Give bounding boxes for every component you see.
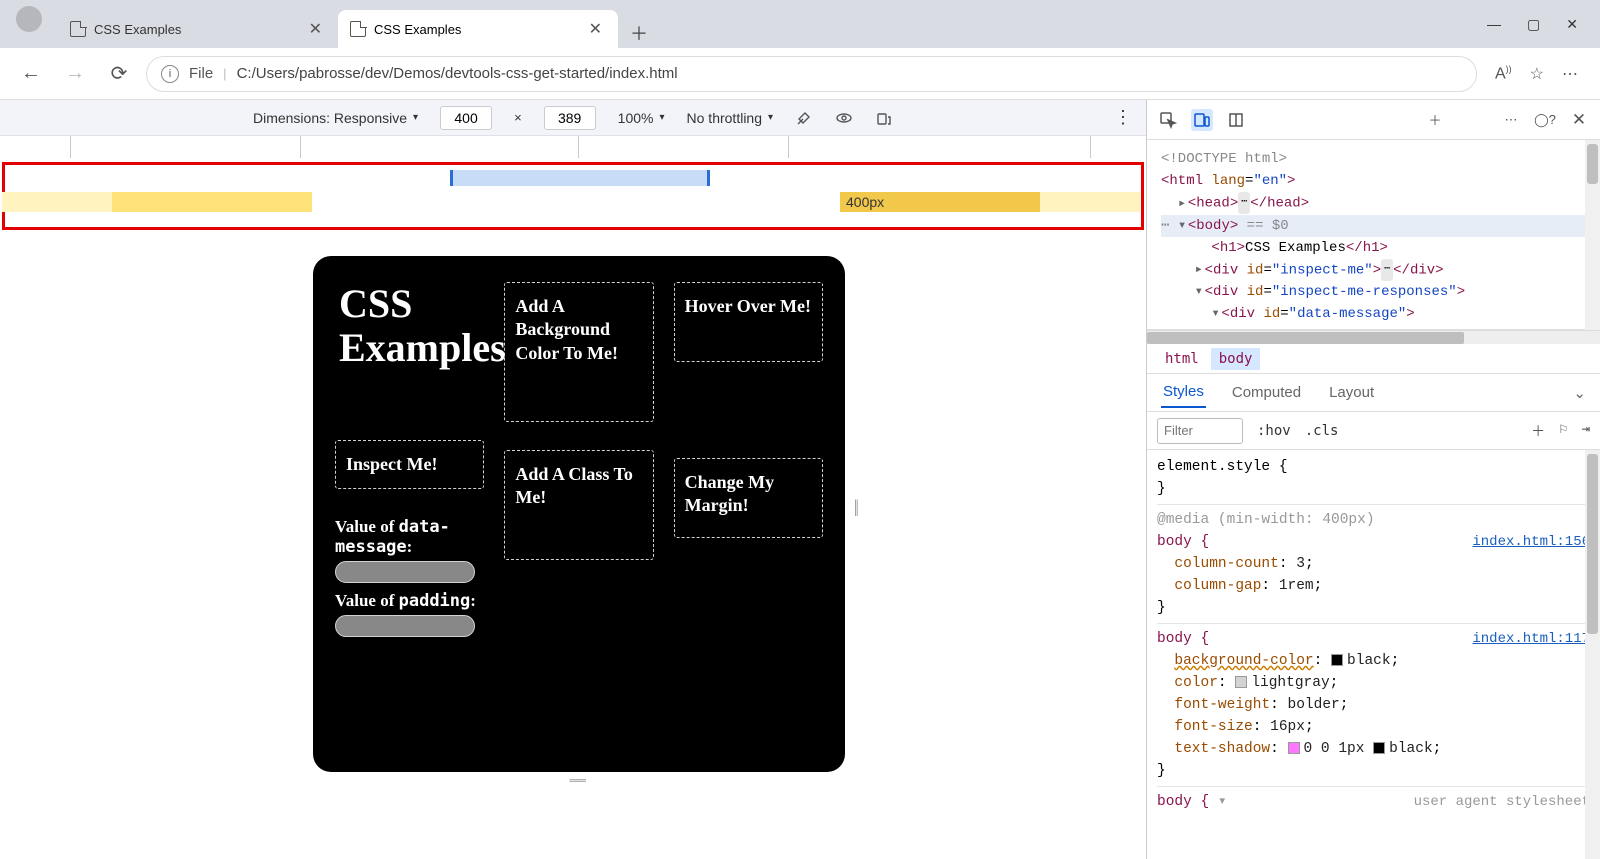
- styles-filter-row: :hov .cls ＋ ⚐ ⇥: [1147, 412, 1600, 450]
- cls-toggle[interactable]: .cls: [1305, 423, 1339, 439]
- source-link[interactable]: index.html:117: [1472, 628, 1590, 650]
- close-icon[interactable]: ✕: [585, 17, 606, 41]
- color-swatch-icon[interactable]: [1288, 742, 1300, 754]
- margin-box[interactable]: Change My Margin!: [674, 458, 823, 538]
- read-aloud-icon[interactable]: A)): [1495, 64, 1512, 83]
- ruler-area: 400px: [0, 136, 1146, 236]
- add-bg-box[interactable]: Add A Background Color To Me!: [504, 282, 653, 422]
- label-data-message: Value of data-message:: [335, 517, 484, 557]
- tab-title: CSS Examples: [374, 22, 577, 37]
- tab-computed[interactable]: Computed: [1230, 378, 1303, 407]
- hover-box[interactable]: Hover Over Me!: [674, 282, 823, 362]
- resize-handle-icon[interactable]: ||: [854, 496, 857, 517]
- media-query-bar-min[interactable]: 400px: [840, 192, 1040, 212]
- add-class-box[interactable]: Add A Class To Me!: [504, 450, 653, 560]
- tab-title: CSS Examples: [94, 22, 297, 37]
- dom-breadcrumb: html body: [1147, 344, 1600, 374]
- tab-styles[interactable]: Styles: [1161, 377, 1206, 408]
- padding-input[interactable]: [335, 615, 475, 637]
- scrollbar[interactable]: [1147, 330, 1600, 344]
- media-query-bar-max[interactable]: [450, 170, 710, 186]
- refresh-button[interactable]: ⟳: [102, 57, 136, 91]
- styles-rules[interactable]: element.style { } @media (min-width: 400…: [1147, 450, 1600, 823]
- ua-stylesheet-label: user agent stylesheet: [1414, 791, 1590, 813]
- profile-avatar-icon[interactable]: [16, 6, 42, 32]
- media-query-bar-min[interactable]: [112, 192, 312, 212]
- address-bar-row: ← → ⟳ i File | C:/Users/pabrosse/dev/Dem…: [0, 48, 1600, 100]
- media-query-bar-min[interactable]: [2, 192, 112, 212]
- inspect-me-box[interactable]: Inspect Me!: [335, 440, 484, 489]
- height-input[interactable]: [544, 106, 596, 130]
- scrollbar[interactable]: [1585, 450, 1600, 859]
- browser-tab[interactable]: CSS Examples ✕: [58, 10, 338, 48]
- browser-titlebar: CSS Examples ✕ CSS Examples ✕ ＋ — ▢ ✕: [0, 0, 1600, 48]
- toggle-sidebar-icon[interactable]: ⇥: [1582, 421, 1590, 441]
- page-icon: [350, 21, 366, 37]
- hov-toggle[interactable]: :hov: [1257, 423, 1291, 439]
- breadcrumb-item[interactable]: body: [1211, 348, 1261, 370]
- url-text: C:/Users/pabrosse/dev/Demos/devtools-css…: [237, 65, 678, 82]
- back-button[interactable]: ←: [14, 57, 48, 91]
- emulated-page[interactable]: CSS Examples Inspect Me! Value of data-m…: [313, 256, 845, 772]
- page-heading: CSS Examples: [339, 282, 519, 370]
- more-icon[interactable]: ⋯: [1562, 64, 1578, 84]
- styles-tabs: Styles Computed Layout ⌄: [1147, 374, 1600, 412]
- close-icon[interactable]: ✕: [305, 17, 326, 41]
- window-controls: — ▢ ✕: [1487, 16, 1600, 33]
- color-swatch-icon[interactable]: [1235, 676, 1247, 688]
- width-input[interactable]: [440, 106, 492, 130]
- forward-button: →: [58, 57, 92, 91]
- tab-layout[interactable]: Layout: [1327, 378, 1376, 407]
- new-tab-button[interactable]: ＋: [1424, 109, 1446, 131]
- vision-deficiency-icon[interactable]: [835, 109, 853, 127]
- minimize-icon[interactable]: —: [1487, 16, 1501, 33]
- scrollbar[interactable]: [1585, 140, 1600, 330]
- color-swatch-icon[interactable]: [1373, 742, 1385, 754]
- elements-tab-icon[interactable]: [1225, 109, 1247, 131]
- favorite-icon[interactable]: ☆: [1530, 64, 1544, 84]
- close-window-icon[interactable]: ✕: [1566, 16, 1578, 33]
- breadcrumb-item[interactable]: html: [1157, 348, 1207, 370]
- device-toolbar: Dimensions: Responsive × 100% No throttl…: [0, 100, 1146, 136]
- browser-tab[interactable]: CSS Examples ✕: [338, 10, 618, 48]
- device-emulation-pane: Dimensions: Responsive × 100% No throttl…: [0, 100, 1147, 859]
- rotate-icon[interactable]: [875, 109, 893, 127]
- help-icon[interactable]: ◯?: [1534, 109, 1556, 131]
- address-bar[interactable]: i File | C:/Users/pabrosse/dev/Demos/dev…: [146, 56, 1477, 92]
- filter-input[interactable]: [1157, 418, 1243, 444]
- label-padding: Value of padding:: [335, 591, 484, 611]
- source-link[interactable]: index.html:156: [1472, 531, 1590, 553]
- chevron-down-icon[interactable]: ⌄: [1573, 384, 1586, 402]
- pin-icon[interactable]: ⚐: [1559, 421, 1567, 441]
- browser-tabs: CSS Examples ✕ CSS Examples ✕ ＋: [58, 6, 654, 48]
- devtools-more-icon[interactable]: ⋯: [1500, 109, 1522, 131]
- ruler-ticks: [0, 136, 1146, 158]
- emulated-viewport-wrapper: CSS Examples Inspect Me! Value of data-m…: [0, 236, 1146, 859]
- throttling-dropdown[interactable]: No throttling: [687, 110, 774, 126]
- close-devtools-icon[interactable]: ✕: [1568, 109, 1590, 131]
- page-icon: [70, 21, 86, 37]
- media-query-bar-min[interactable]: [1040, 192, 1140, 212]
- inspect-element-icon[interactable]: [1157, 109, 1179, 131]
- devtools-panel: ＋ ⋯ ◯? ✕ <!DOCTYPE html> <html lang="en"…: [1147, 100, 1600, 859]
- new-style-rule-icon[interactable]: ＋: [1531, 421, 1545, 441]
- multiply-icon: ×: [514, 110, 522, 125]
- device-toolbar-more-icon[interactable]: ⋮: [1114, 107, 1132, 128]
- url-scheme: File: [189, 65, 213, 82]
- color-swatch-icon[interactable]: [1331, 654, 1343, 666]
- zoom-dropdown[interactable]: 100%: [618, 110, 665, 126]
- site-info-icon[interactable]: i: [161, 65, 179, 83]
- maximize-icon[interactable]: ▢: [1527, 16, 1540, 33]
- toggle-device-toolbar-icon[interactable]: [1191, 109, 1213, 131]
- data-message-input[interactable]: [335, 561, 475, 583]
- devtools-header: ＋ ⋯ ◯? ✕: [1147, 100, 1600, 140]
- new-tab-button[interactable]: ＋: [624, 18, 654, 48]
- eyedropper-icon[interactable]: [795, 109, 813, 127]
- resize-handle-icon[interactable]: ||: [569, 778, 590, 781]
- elements-tree[interactable]: <!DOCTYPE html> <html lang="en"> ▸<head>…: [1147, 140, 1600, 330]
- dimensions-dropdown[interactable]: Dimensions: Responsive: [253, 110, 418, 126]
- toolbar-right: A)) ☆ ⋯: [1487, 64, 1586, 84]
- separator: |: [223, 66, 226, 81]
